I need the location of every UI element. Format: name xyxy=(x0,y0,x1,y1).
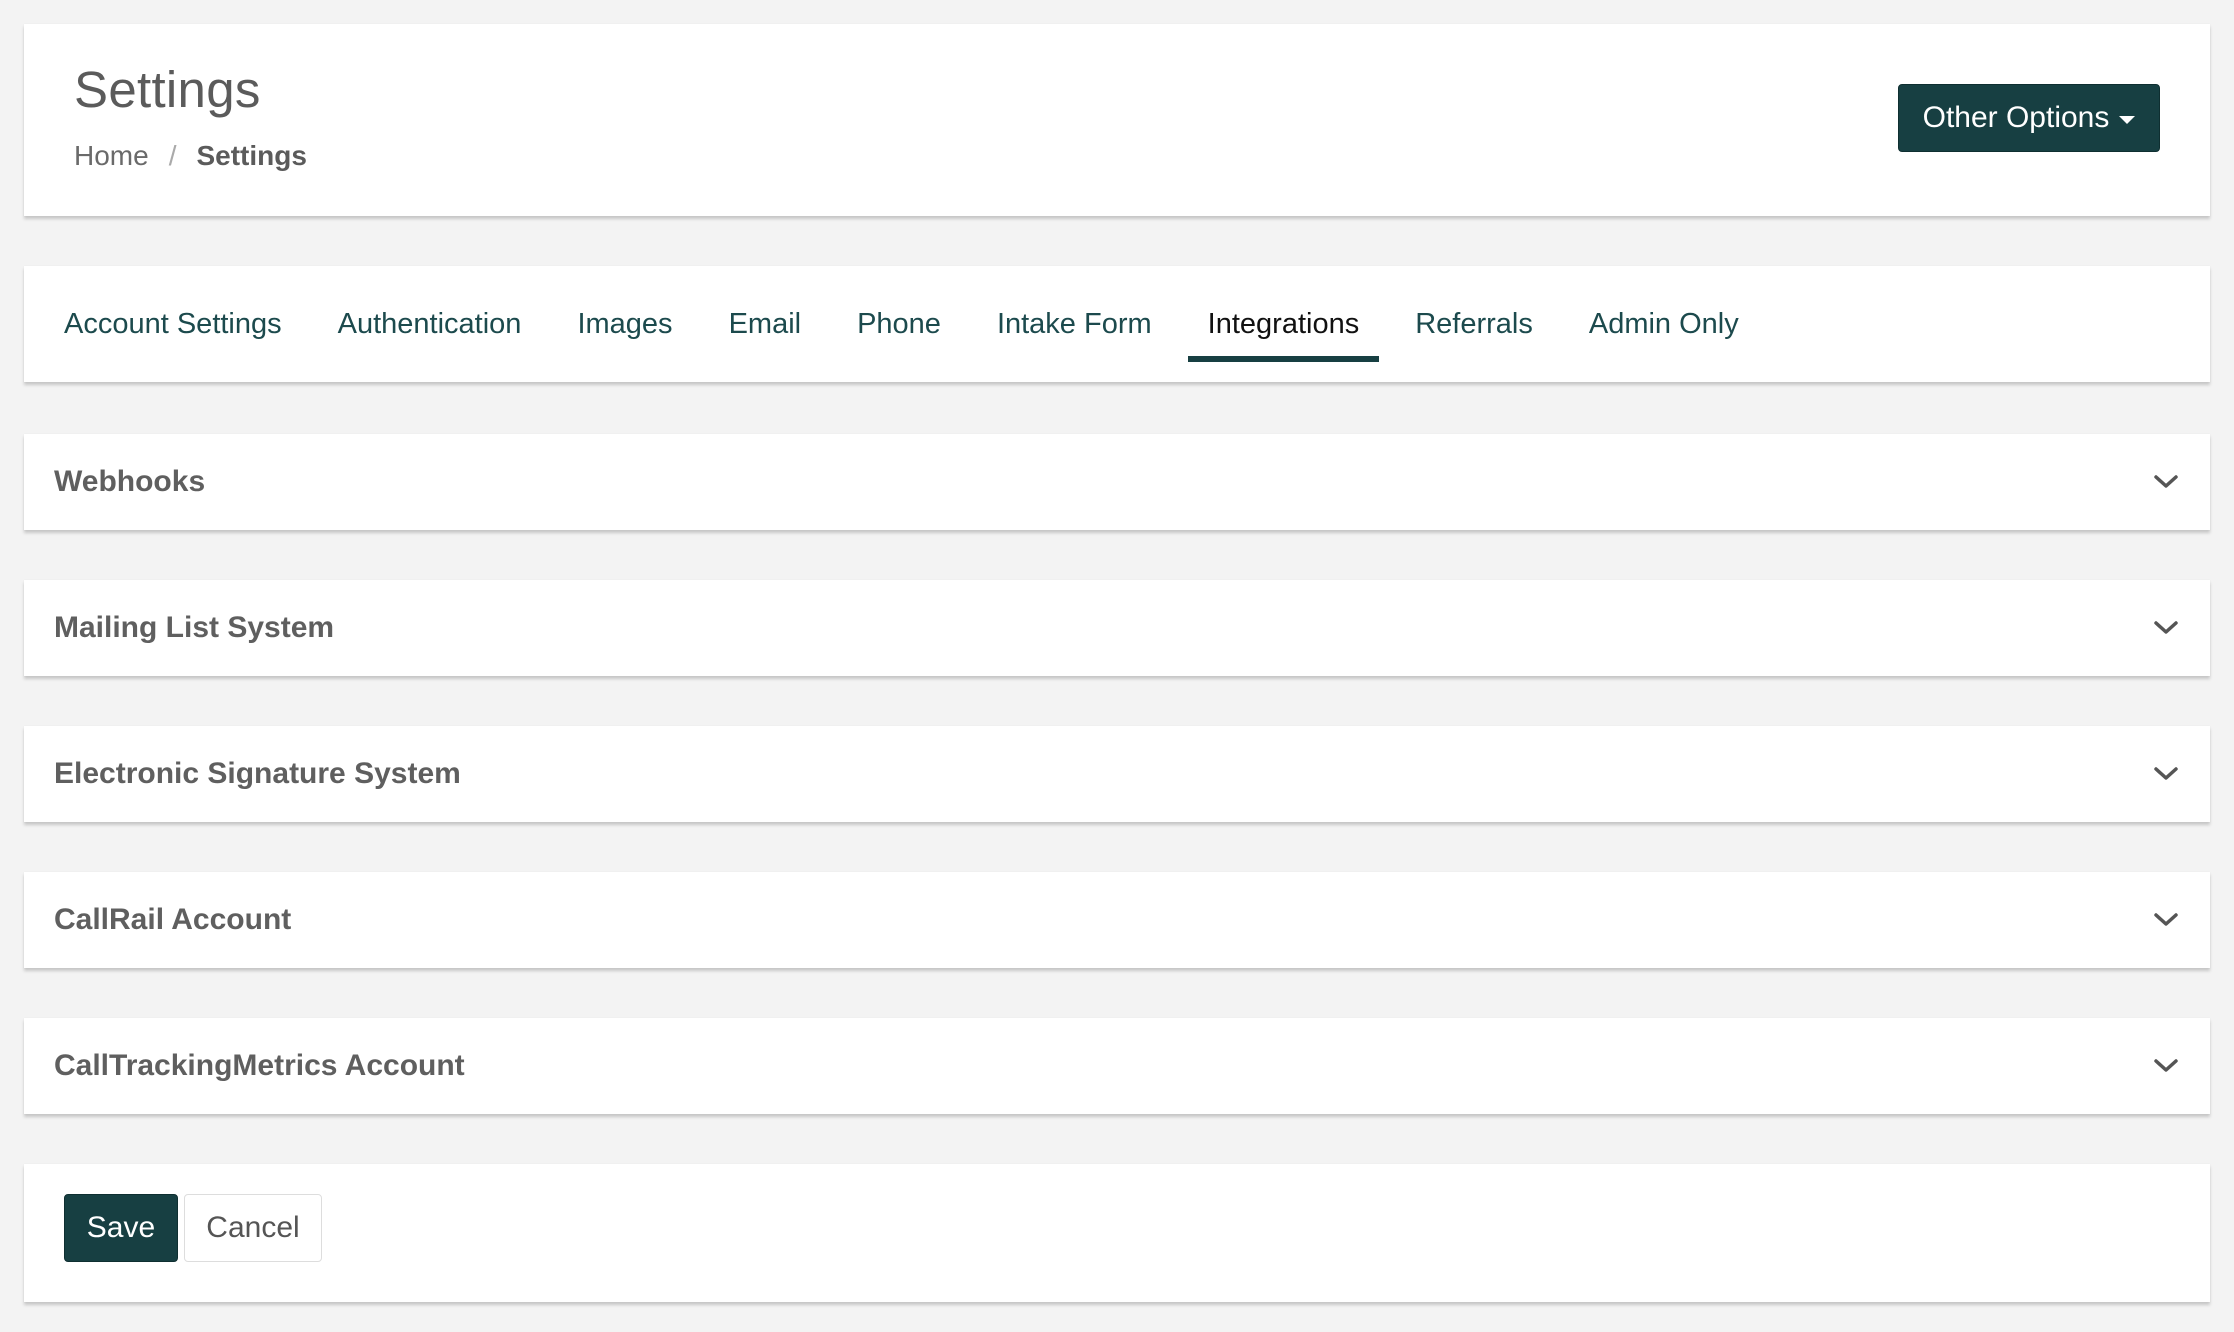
panel-title: CallTrackingMetrics Account xyxy=(54,1049,465,1082)
panel-title: CallRail Account xyxy=(54,903,292,936)
tab-list: Account Settings Authentication Images E… xyxy=(44,266,1775,382)
page-header: Settings Home / Settings Other Options xyxy=(24,24,2210,216)
breadcrumb-separator: / xyxy=(168,140,177,171)
panel-title: Webhooks xyxy=(54,465,206,498)
other-options-button[interactable]: Other Options xyxy=(1898,84,2160,152)
panel-calltrackingmetrics-account: CallTrackingMetrics Account xyxy=(24,1018,2210,1114)
caret-down-icon xyxy=(2119,116,2136,124)
tab-label: Authentication xyxy=(337,307,522,340)
form-actions: Save Cancel xyxy=(24,1164,2210,1302)
tab-label: Integrations xyxy=(1207,307,1360,340)
panel-title: Electronic Signature System xyxy=(54,757,461,790)
panel-header[interactable]: CallTrackingMetrics Account xyxy=(24,1018,2210,1114)
tab-label: Referrals xyxy=(1415,307,1533,340)
settings-page: Settings Home / Settings Other Options A… xyxy=(0,0,2234,1332)
panel-callrail-account: CallRail Account xyxy=(24,872,2210,968)
chevron-down-icon xyxy=(2152,1052,2180,1080)
tab-integrations[interactable]: Integrations xyxy=(1187,266,1380,382)
tab-label: Account Settings xyxy=(64,307,282,340)
other-options-label: Other Options xyxy=(1922,101,2110,134)
tab-label: Email xyxy=(728,307,802,340)
cancel-button[interactable]: Cancel xyxy=(184,1194,322,1262)
tab-authentication[interactable]: Authentication xyxy=(318,266,542,382)
panel-electronic-signature-system: Electronic Signature System xyxy=(24,726,2210,822)
breadcrumb-current: Settings xyxy=(196,140,307,171)
tab-intake-form[interactable]: Intake Form xyxy=(977,266,1172,382)
panel-mailing-list-system: Mailing List System xyxy=(24,580,2210,676)
tab-admin-only[interactable]: Admin Only xyxy=(1569,266,1759,382)
tab-referrals[interactable]: Referrals xyxy=(1395,266,1553,382)
tab-label: Phone xyxy=(857,307,941,340)
tab-label: Admin Only xyxy=(1588,307,1739,340)
tab-email[interactable]: Email xyxy=(709,266,822,382)
tab-account-settings[interactable]: Account Settings xyxy=(44,266,302,382)
breadcrumb-home-link[interactable]: Home xyxy=(74,140,149,172)
tab-images[interactable]: Images xyxy=(557,266,692,382)
chevron-down-icon xyxy=(2152,468,2180,496)
save-button[interactable]: Save xyxy=(64,1194,178,1262)
page-title: Settings xyxy=(74,61,261,118)
tab-label: Intake Form xyxy=(996,307,1152,340)
settings-tabs: Account Settings Authentication Images E… xyxy=(24,266,2210,382)
panel-header[interactable]: Webhooks xyxy=(24,434,2210,530)
panel-header[interactable]: Mailing List System xyxy=(24,580,2210,676)
panel-title: Mailing List System xyxy=(54,611,335,644)
chevron-down-icon xyxy=(2152,614,2180,642)
tab-phone[interactable]: Phone xyxy=(837,266,961,382)
tab-label: Images xyxy=(577,307,673,340)
panel-header[interactable]: CallRail Account xyxy=(24,872,2210,968)
panel-header[interactable]: Electronic Signature System xyxy=(24,726,2210,822)
panel-webhooks: Webhooks xyxy=(24,434,2210,530)
chevron-down-icon xyxy=(2152,760,2180,788)
breadcrumb: Home / Settings xyxy=(74,140,307,172)
chevron-down-icon xyxy=(2152,906,2180,934)
